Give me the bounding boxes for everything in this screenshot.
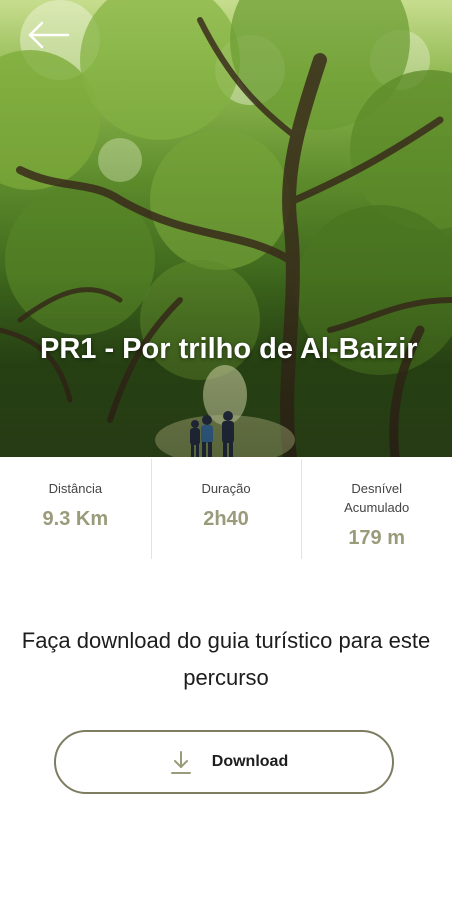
stat-label: Distância [48,481,103,496]
download-promo-text: Faça download do guia turístico para est… [21,628,431,690]
stat-elevation: Desnível Acumulado 179 m [301,457,452,567]
back-arrow-icon [28,21,70,49]
forest-photo [0,0,452,457]
stat-distance: Distância 9.3 Km [0,457,151,567]
hero-image: PR1 - Por trilho de Al-Baizir [0,0,452,457]
stat-value: 9.3 Km [42,508,109,530]
route-title: PR1 - Por trilho de Al-Baizir [40,333,418,365]
stat-label: Duração [201,481,251,496]
stat-value: 179 m [348,527,406,549]
download-button-label: Download [211,753,289,770]
route-stats: Distância 9.3 Km Duração 2h40 Desnível A… [0,457,452,567]
back-button[interactable] [14,18,74,58]
stat-label: Desnível Acumulado [344,481,410,515]
download-button[interactable]: Download [54,730,394,794]
stat-value: 2h40 [203,508,249,530]
download-icon [171,751,191,774]
stat-duration: Duração 2h40 [150,457,302,567]
